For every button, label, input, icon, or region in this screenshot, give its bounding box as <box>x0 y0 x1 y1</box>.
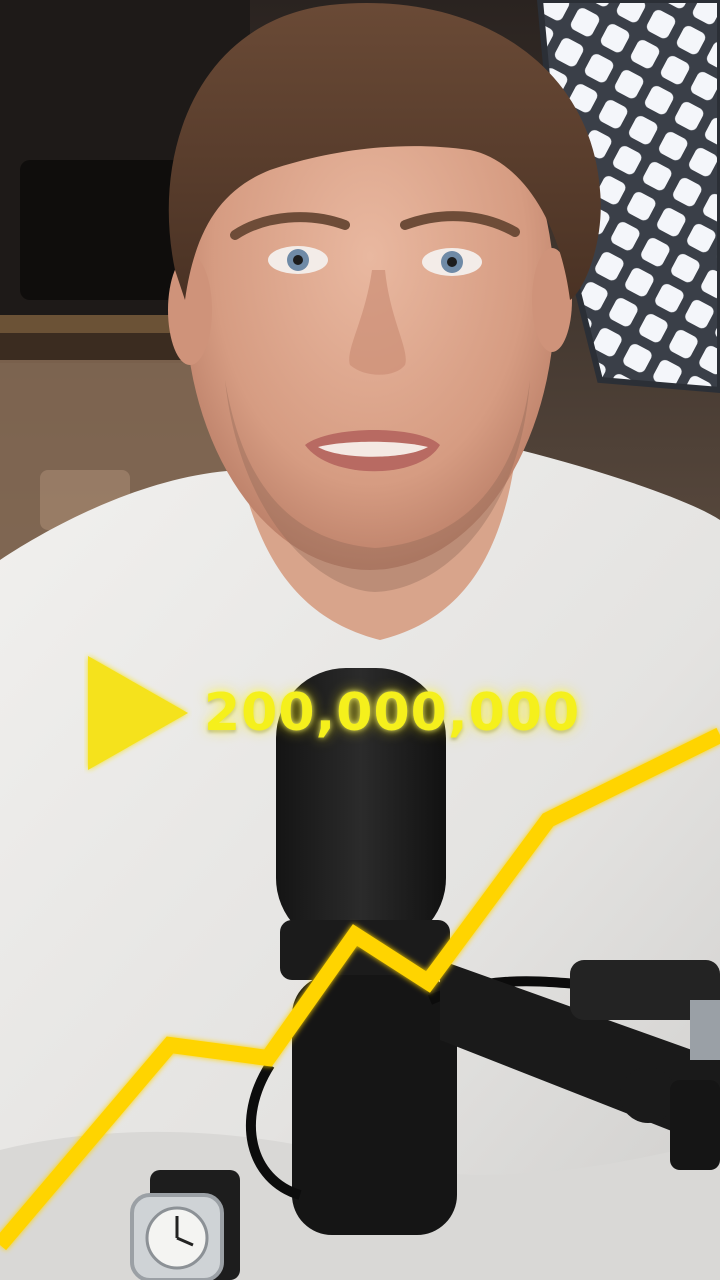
play-icon <box>88 656 188 770</box>
views-count: 200,000,000 <box>204 683 581 743</box>
scene-background <box>0 0 720 1280</box>
video-frame: 200,000,000 <box>0 0 720 1280</box>
views-overlay: 200,000,000 <box>84 652 580 774</box>
